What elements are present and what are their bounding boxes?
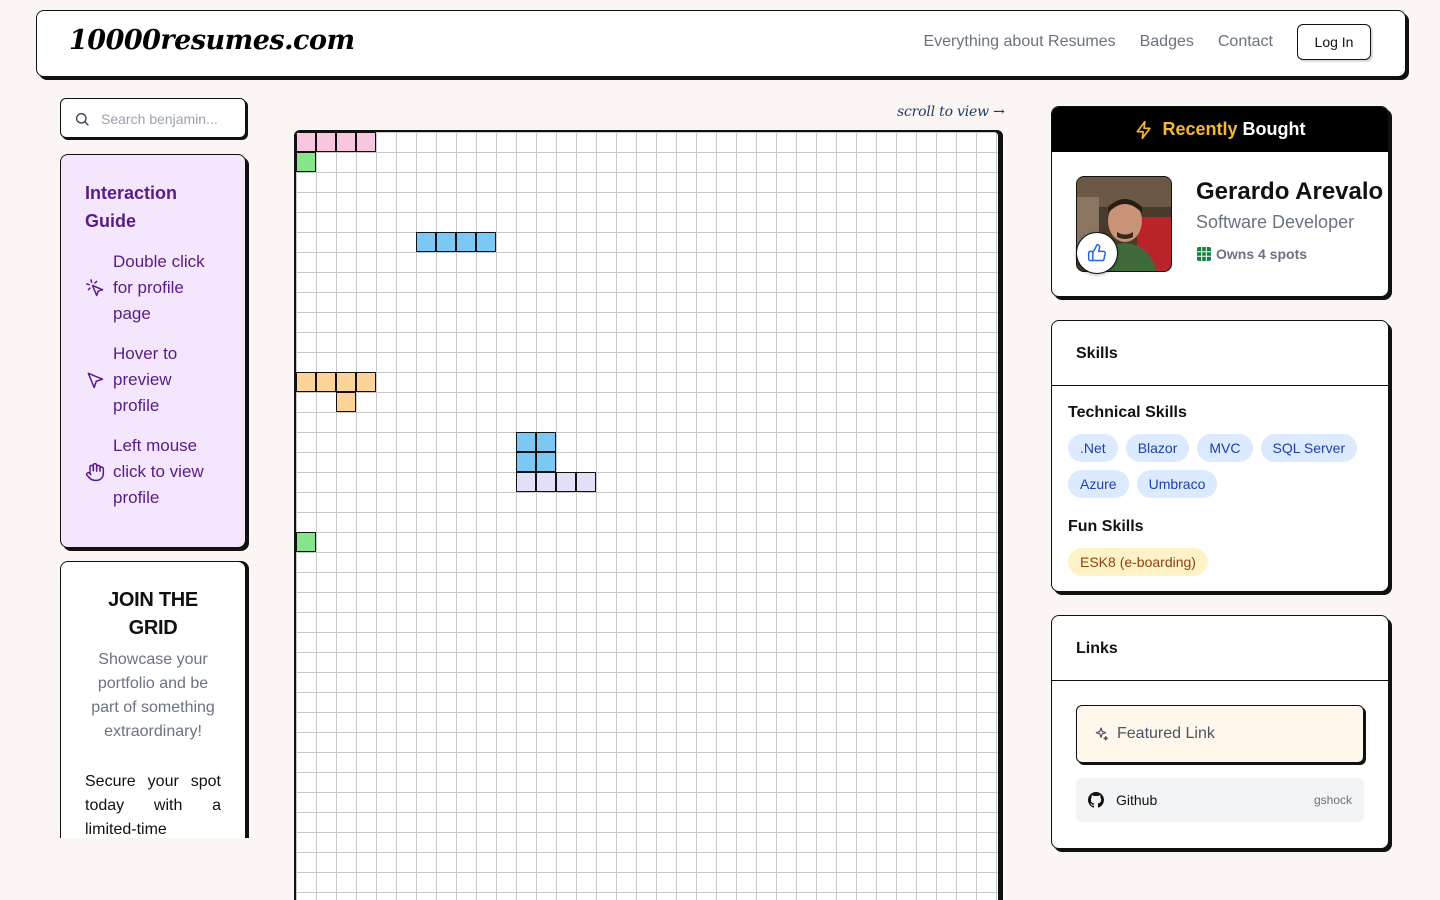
featured-link-label: Featured Link <box>1117 725 1215 742</box>
fun-skill-chip: ESK8 (e-boarding) <box>1068 548 1208 576</box>
guide-item-double-click: Double click for profile page <box>85 249 221 327</box>
search-box <box>60 98 246 138</box>
recently-label: Recently <box>1162 119 1238 139</box>
join-title: JOIN THE GRID <box>108 589 198 639</box>
cursor-arrow-icon <box>87 372 104 389</box>
scroll-hint: scroll to view → <box>897 104 1005 120</box>
nav-link-contact[interactable]: Contact <box>1218 33 1273 51</box>
technical-skills-list: .Net Blazor MVC SQL Server Azure Umbraco <box>1068 434 1372 506</box>
grid-cell-occupied[interactable] <box>356 372 376 392</box>
skill-chip: Blazor <box>1125 434 1190 462</box>
github-label: Github <box>1116 792 1158 808</box>
grid-cell-occupied[interactable] <box>536 452 556 472</box>
search-input[interactable] <box>101 108 239 130</box>
lightning-icon <box>1136 120 1152 139</box>
technical-skills-title: Technical Skills <box>1068 404 1187 421</box>
skill-chip: SQL Server <box>1260 434 1358 462</box>
person-role: Software Developer <box>1196 212 1355 232</box>
bought-label: Bought <box>1242 119 1306 139</box>
github-username: gshock <box>1313 793 1352 807</box>
featured-link[interactable]: Featured Link <box>1076 705 1364 763</box>
guide-item-left-click: Left mouse click to view profile <box>85 433 221 511</box>
spots-label: Owns 4 spots <box>1216 246 1308 262</box>
nav-link-badges[interactable]: Badges <box>1140 33 1194 51</box>
links-title: Links <box>1052 616 1388 681</box>
login-button[interactable]: Log In <box>1297 24 1371 60</box>
grid-cell-occupied[interactable] <box>536 432 556 452</box>
grid-cell-occupied[interactable] <box>296 532 316 552</box>
grid-cell-occupied[interactable] <box>296 372 316 392</box>
skill-chip: Umbraco <box>1136 470 1218 498</box>
github-icon <box>1088 792 1104 808</box>
grid-icon <box>1197 247 1211 261</box>
grid-cell-occupied[interactable] <box>316 372 336 392</box>
guide-item-hover: Hover to preview profile <box>85 341 221 419</box>
links-card: Links Featured Link Github gshock <box>1051 615 1389 849</box>
github-link[interactable]: Github gshock <box>1076 778 1364 822</box>
skills-title: Skills <box>1052 321 1388 386</box>
like-button[interactable] <box>1076 232 1118 274</box>
skills-body: Technical Skills .Net Blazor MVC SQL Ser… <box>1052 386 1388 591</box>
search-icon <box>76 113 89 126</box>
hand-pointer-icon <box>85 462 105 482</box>
guide-item-label: Hover to preview profile <box>113 344 178 415</box>
guide-item-label: Left mouse click to view profile <box>113 436 204 507</box>
grid-cell-occupied[interactable] <box>336 132 356 152</box>
interaction-guide: Interaction Guide Double click for profi… <box>60 154 246 548</box>
thumbs-up-icon <box>1087 243 1106 262</box>
join-grid-card: JOIN THE GRID Showcase your portfolio an… <box>60 561 246 838</box>
grid-cell-occupied[interactable] <box>576 472 596 492</box>
guide-item-label: Double click for profile page <box>113 252 205 323</box>
grid-cell-occupied[interactable] <box>516 452 536 472</box>
grid-cell-occupied[interactable] <box>336 392 356 412</box>
grid-cell-occupied[interactable] <box>416 232 436 252</box>
sparkle-icon <box>1095 727 1108 741</box>
site-logo[interactable]: 10000resumes.com <box>69 25 355 56</box>
guide-title: Interaction Guide <box>85 183 178 231</box>
grid-cell-occupied[interactable] <box>516 472 536 492</box>
grid-cell-occupied[interactable] <box>296 152 316 172</box>
grid-cell-occupied[interactable] <box>316 132 336 152</box>
join-body: Secure your spot today with a limited-ti… <box>85 773 221 838</box>
grid-cell-occupied[interactable] <box>556 472 576 492</box>
grid-background <box>296 132 998 900</box>
spots-count: Owns 4 spots <box>1196 246 1307 262</box>
skill-chip: MVC <box>1197 434 1253 462</box>
nav-link-resumes[interactable]: Everything about Resumes <box>923 33 1115 51</box>
grid-cell-occupied[interactable] <box>296 132 316 152</box>
grid-cell-occupied[interactable] <box>536 472 556 492</box>
skills-card: Skills Technical Skills .Net Blazor MVC … <box>1051 320 1389 592</box>
site-header: 10000resumes.com Everything about Resume… <box>36 10 1406 77</box>
main-nav: Everything about Resumes Badges Contact … <box>899 24 1371 60</box>
grid-cell-occupied[interactable] <box>456 232 476 252</box>
person-name[interactable]: Gerardo Arevalo <box>1196 178 1383 206</box>
grid-cell-occupied[interactable] <box>436 232 456 252</box>
fun-skills-title: Fun Skills <box>1068 518 1144 535</box>
fun-skills-list: ESK8 (e-boarding) <box>1068 548 1372 584</box>
grid-cell-occupied[interactable] <box>476 232 496 252</box>
recently-bought-header: Recently Bought <box>1052 107 1388 152</box>
recently-bought-card: Recently Bought Gerardo Arevalo Software… <box>1051 106 1389 297</box>
links-body: Featured Link Github gshock <box>1052 681 1388 846</box>
skill-chip: .Net <box>1068 434 1118 462</box>
join-subtitle: Showcase your portfolio and be part of s… <box>91 651 215 740</box>
pointer-click-icon <box>86 279 104 297</box>
grid-cell-occupied[interactable] <box>356 132 376 152</box>
grid-cell-occupied[interactable] <box>516 432 536 452</box>
resume-grid[interactable] <box>294 130 1000 900</box>
skill-chip: Azure <box>1068 470 1129 498</box>
grid-cell-occupied[interactable] <box>336 372 356 392</box>
